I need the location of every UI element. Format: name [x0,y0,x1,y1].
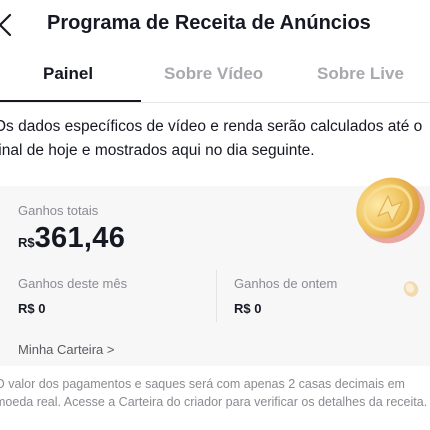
month-earnings: Ganhos deste mês R$ 0 [18,276,127,316]
ad-revenue-program-page: Programa de Receita de Anúncios Painel S… [0,0,430,430]
yesterday-earnings-value: R$ 0 [234,301,262,316]
my-wallet-link[interactable]: Minha Carteira > [18,342,114,357]
total-amount: 361,46 [34,222,126,254]
month-earnings-value: R$ 0 [18,301,46,316]
tab-sobre-live[interactable]: Sobre Live [317,64,404,84]
yesterday-earnings: Ganhos de ontem R$ 0 [234,276,337,316]
earnings-card: Ganhos totais R$361,46 Ganhos deste mês … [0,177,430,366]
tabs-divider [0,102,430,103]
small-coin-icon [403,281,419,297]
total-earnings-label: Ganhos totais [18,203,99,218]
total-earnings-value: R$361,46 [18,222,125,255]
info-message: Os dados específicos de vídeo e renda se… [0,118,423,159]
coin-icon [356,177,425,244]
tab-painel[interactable]: Painel [43,64,93,84]
header: Programa de Receita de Anúncios [0,0,430,54]
month-earnings-label: Ganhos deste mês [18,276,128,291]
yesterday-earnings-label: Ganhos de ontem [234,276,338,291]
total-currency: R$ [18,235,35,250]
tab-sobre-video[interactable]: Sobre Vídeo [164,64,263,84]
back-button[interactable] [0,10,18,40]
payment-note: O valor dos pagamentos e saques será com… [0,377,428,409]
tab-bar: Painel Sobre Vídeo Sobre Live [0,56,430,104]
page-title: Programa de Receita de Anúncios [47,12,371,34]
earnings-divider [216,270,217,322]
chevron-left-icon [0,13,12,37]
